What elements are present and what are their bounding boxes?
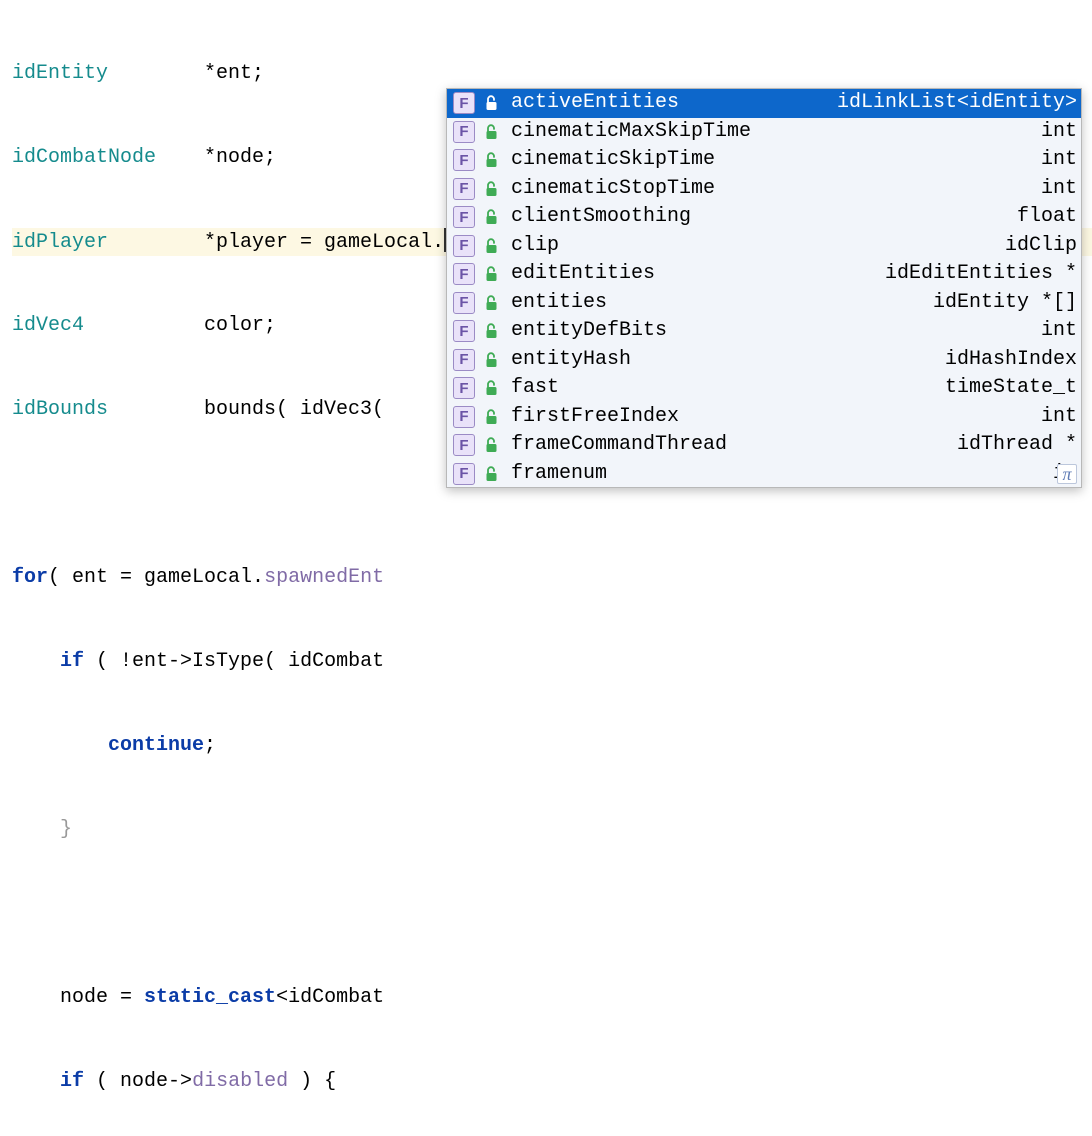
unlocked-icon: [481, 380, 503, 396]
unlocked-icon: [481, 323, 503, 339]
autocomplete-item-name: fast: [511, 374, 559, 402]
type-token: idCombatNode: [12, 146, 156, 169]
autocomplete-item[interactable]: FfirstFreeIndex int: [447, 403, 1081, 432]
type-token: idPlayer: [12, 231, 108, 254]
autocomplete-item-name: cinematicSkipTime: [511, 146, 715, 174]
field-icon: F: [449, 262, 479, 286]
unlocked-icon: [481, 437, 503, 453]
keyword-token: for: [12, 566, 48, 589]
unlocked-icon: [481, 95, 503, 111]
autocomplete-item-type: int: [1041, 403, 1077, 431]
autocomplete-item-name: cinematicStopTime: [511, 175, 715, 203]
autocomplete-item-type: int: [1041, 317, 1077, 345]
autocomplete-item-name: activeEntities: [511, 89, 679, 117]
autocomplete-item-name: clientSmoothing: [511, 203, 691, 231]
autocomplete-item-type: idLinkList<idEntity>: [837, 89, 1077, 117]
member-token: disabled: [192, 1070, 288, 1093]
autocomplete-item[interactable]: FcinematicSkipTime int: [447, 146, 1081, 175]
code-line: for( ent = gameLocal.spawnedEnt: [12, 564, 1092, 592]
code-line: idEntity *ent;: [12, 60, 1092, 88]
autocomplete-popup[interactable]: FactiveEntitiesidLinkList<idEntity>Fcine…: [446, 88, 1082, 488]
autocomplete-item[interactable]: FeditEntities idEditEntities *: [447, 260, 1081, 289]
field-icon: F: [449, 148, 479, 172]
type-token: idEntity: [12, 62, 108, 85]
autocomplete-item-type: int: [1041, 118, 1077, 146]
type-token: idBounds: [12, 398, 108, 421]
keyword-token: if: [60, 650, 84, 673]
field-icon: F: [449, 91, 479, 115]
type-token: idVec4: [12, 314, 84, 337]
autocomplete-item[interactable]: FcinematicStopTime int: [447, 175, 1081, 204]
autocomplete-item[interactable]: FframeCommandThread idThread *: [447, 431, 1081, 460]
autocomplete-item[interactable]: FclientSmoothing float: [447, 203, 1081, 232]
autocomplete-item-type: idThread *: [957, 431, 1077, 459]
field-icon: F: [449, 405, 479, 429]
autocomplete-item-type: float: [1017, 203, 1077, 231]
autocomplete-item-name: entityDefBits: [511, 317, 667, 345]
autocomplete-item[interactable]: FactiveEntities idLinkList<idEntity>: [447, 89, 1081, 118]
autocomplete-item-name: cinematicMaxSkipTime: [511, 118, 751, 146]
unlocked-icon: [481, 181, 503, 197]
autocomplete-item-name: frameCommandThread: [511, 431, 727, 459]
pi-icon[interactable]: π: [1057, 464, 1077, 484]
code-line: if ( node->disabled ) {: [12, 1068, 1092, 1096]
keyword-token: static_cast: [144, 986, 276, 1009]
field-icon: F: [449, 177, 479, 201]
field-icon: F: [449, 120, 479, 144]
field-icon: F: [449, 291, 479, 315]
code-line: node = static_cast<idCombat: [12, 984, 1092, 1012]
unlocked-icon: [481, 352, 503, 368]
autocomplete-item-type: idEditEntities *: [885, 260, 1077, 288]
autocomplete-item-type: idClip: [1005, 232, 1077, 260]
autocomplete-item-type: idEntity *[]: [933, 289, 1077, 317]
unlocked-icon: [481, 152, 503, 168]
autocomplete-item-name: editEntities: [511, 260, 655, 288]
autocomplete-item[interactable]: Ffast timeState_t: [447, 374, 1081, 403]
autocomplete-item-type: idHashIndex: [945, 346, 1077, 374]
code-line: }: [12, 816, 1092, 844]
unlocked-icon: [481, 295, 503, 311]
field-icon: F: [449, 205, 479, 229]
code-line: continue;: [12, 732, 1092, 760]
code-line: if ( !ent->IsType( idCombat: [12, 648, 1092, 676]
unlocked-icon: [481, 266, 503, 282]
autocomplete-item-type: int: [1041, 175, 1077, 203]
autocomplete-item-name: clip: [511, 232, 559, 260]
field-icon: F: [449, 433, 479, 457]
unlocked-icon: [481, 466, 503, 482]
autocomplete-item[interactable]: FentityDefBits int: [447, 317, 1081, 346]
member-token: spawnedEnt: [264, 566, 384, 589]
autocomplete-item-name: entities: [511, 289, 607, 317]
unlocked-icon: [481, 238, 503, 254]
unlocked-icon: [481, 209, 503, 225]
field-icon: F: [449, 376, 479, 400]
field-icon: F: [449, 319, 479, 343]
autocomplete-item-type: int: [1041, 146, 1077, 174]
autocomplete-item-name: framenum: [511, 460, 607, 488]
field-icon: F: [449, 234, 479, 258]
unlocked-icon: [481, 409, 503, 425]
field-icon: F: [449, 462, 479, 486]
keyword-token: if: [60, 1070, 84, 1093]
code-line: [12, 900, 1092, 928]
autocomplete-item[interactable]: Fentities idEntity *[]: [447, 289, 1081, 318]
autocomplete-item[interactable]: FentityHash idHashIndex: [447, 346, 1081, 375]
autocomplete-item[interactable]: FcinematicMaxSkipTime int: [447, 118, 1081, 147]
field-icon: F: [449, 348, 479, 372]
autocomplete-item[interactable]: Fclip idClip: [447, 232, 1081, 261]
keyword-token: continue: [108, 734, 204, 757]
autocomplete-item-name: firstFreeIndex: [511, 403, 679, 431]
autocomplete-item-type: timeState_t: [945, 374, 1077, 402]
unlocked-icon: [481, 124, 503, 140]
autocomplete-item[interactable]: Fframenumin: [447, 460, 1081, 489]
autocomplete-item-name: entityHash: [511, 346, 631, 374]
